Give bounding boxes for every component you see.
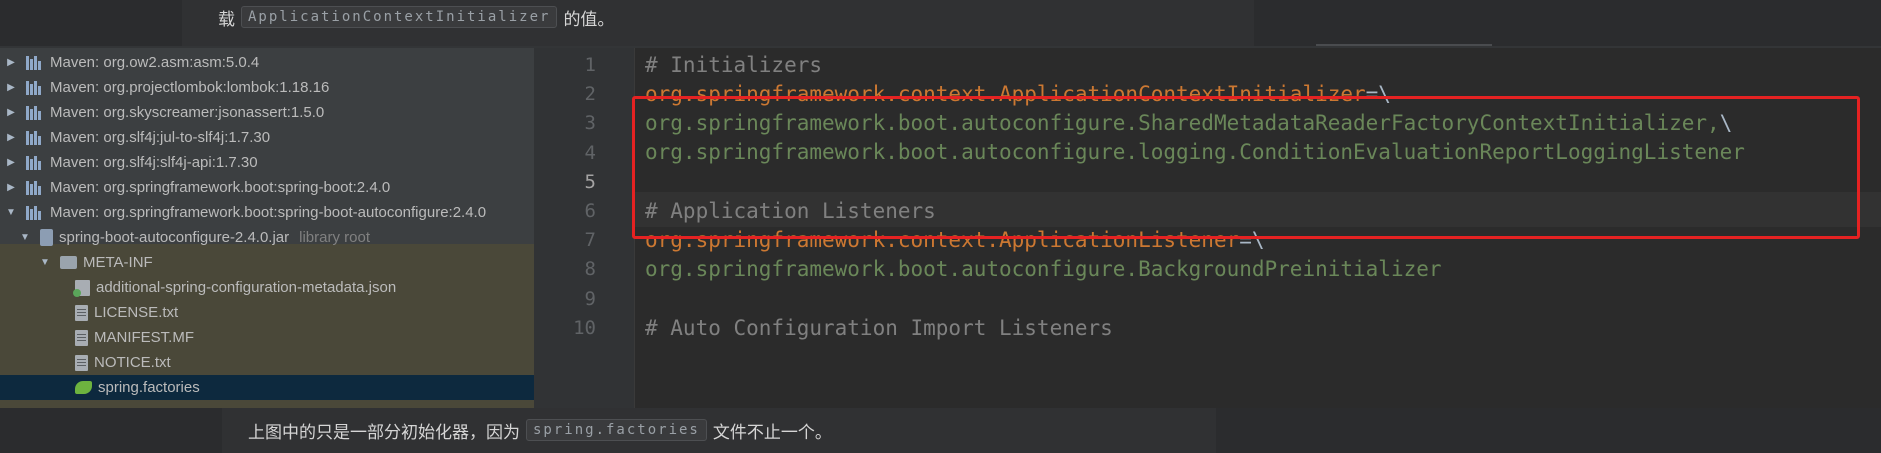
tree-item-label: Maven: org.slf4j:slf4j-api:1.7.30	[50, 154, 258, 171]
code-line-8: org.springframework.boot.autoconfigure.B…	[645, 257, 1442, 281]
inline-code: ApplicationContextInitializer	[241, 6, 558, 28]
collapse-arrow-icon[interactable]: ▶	[6, 182, 16, 193]
maven-library-icon	[26, 180, 44, 195]
tree-item[interactable]: ▼ Maven: org.springframework.boot:spring-…	[0, 200, 534, 225]
code-line-10: # Auto Configuration Import Listeners	[645, 316, 1113, 340]
tree-item-label: MANIFEST.MF	[94, 329, 194, 346]
line-number: 10	[573, 316, 596, 339]
tree-item-label: Maven: org.slf4j:jul-to-slf4j:1.7.30	[50, 129, 271, 146]
tree-item[interactable]: ▶ Maven: org.springframework.boot:spring-…	[0, 175, 534, 200]
tree-item-label: META-INF	[83, 254, 153, 271]
line-number-gutter: 1 2 3 4 5 6 7 8 9 10	[534, 48, 634, 408]
article-top-text: 载 ApplicationContextInitializer 的值。	[218, 4, 614, 30]
text-file-icon	[75, 354, 88, 371]
tree-item[interactable]: spring.factories	[0, 375, 534, 400]
expand-arrow-icon[interactable]: ▼	[6, 207, 16, 218]
tree-item-label: spring.factories	[98, 379, 200, 396]
expand-arrow-icon[interactable]: ▼	[40, 257, 50, 268]
divider	[1316, 44, 1492, 46]
tree-item[interactable]: ▼ META-INF	[0, 250, 534, 275]
article-bottom-text: 上图中的只是一部分初始化器，因为 spring.factories 文件不止一个…	[248, 416, 832, 444]
article-text: 上图中的只是一部分初始化器，因为	[248, 422, 520, 442]
expand-arrow-icon[interactable]: ▼	[20, 232, 30, 243]
maven-library-icon	[26, 130, 44, 145]
tree-item[interactable]: ▶ Maven: org.ow2.asm:asm:5.0.4	[0, 50, 534, 75]
collapse-arrow-icon[interactable]: ▶	[6, 82, 16, 93]
tree-item[interactable]: ▶ Maven: org.slf4j:jul-to-slf4j:1.7.30	[0, 125, 534, 150]
tree-item[interactable]: NOTICE.txt	[0, 350, 534, 375]
tree-item[interactable]: ▼ spring-boot-autoconfigure-2.4.0.jar libr…	[0, 225, 534, 250]
tree-item-label: NOTICE.txt	[94, 354, 171, 371]
article-text: 文件不止一个。	[712, 422, 832, 442]
maven-library-icon	[26, 80, 44, 95]
inline-code: spring.factories	[526, 419, 707, 441]
collapse-arrow-icon[interactable]: ▶	[6, 107, 16, 118]
tree-item[interactable]: MANIFEST.MF	[0, 325, 534, 350]
json-file-icon	[73, 279, 90, 297]
collapse-arrow-icon[interactable]: ▶	[6, 57, 16, 68]
tree-item-suffix: library root	[299, 229, 370, 246]
jar-icon	[40, 229, 53, 246]
tree-item-label: Maven: org.springframework.boot:spring-b…	[50, 179, 391, 196]
tree-item-label: additional-spring-configuration-metadata…	[96, 279, 397, 296]
tree-item[interactable]: ▶ Maven: org.projectlombok:lombok:1.18.16	[0, 75, 534, 100]
tree-item[interactable]: ▶ Maven: org.skyscreamer:jsonassert:1.5.0	[0, 100, 534, 125]
tree-item-label: LICENSE.txt	[94, 304, 179, 321]
red-highlight-box	[632, 96, 1860, 239]
project-tree[interactable]: ▶ Maven: org.ow2.asm:asm:5.0.4 ▶ Maven: org…	[0, 48, 534, 408]
spring-factories-icon	[75, 381, 92, 394]
tree-item-label: Maven: org.springframework.boot:spring-b…	[50, 204, 487, 221]
tree-item-label: Maven: org.ow2.asm:asm:5.0.4	[50, 54, 260, 71]
ide-screenshot: ▶ Maven: org.ow2.asm:asm:5.0.4 ▶ Maven: org…	[0, 48, 1881, 408]
tree-item[interactable]: LICENSE.txt	[0, 300, 534, 325]
tree-item[interactable]: ▶ Maven: org.slf4j:slf4j-api:1.7.30	[0, 150, 534, 175]
manifest-file-icon	[75, 329, 88, 346]
tree-item-label: spring-boot-autoconfigure-2.4.0.jar	[59, 229, 290, 246]
maven-library-icon	[26, 55, 44, 70]
maven-library-icon	[26, 105, 44, 120]
collapse-arrow-icon[interactable]: ▶	[6, 132, 16, 143]
text-file-icon	[75, 304, 88, 321]
article-text: 载	[218, 9, 235, 29]
collapse-arrow-icon[interactable]: ▶	[6, 157, 16, 168]
tree-item-label: Maven: org.skyscreamer:jsonassert:1.5.0	[50, 104, 325, 121]
tree-item-label: Maven: org.projectlombok:lombok:1.18.16	[50, 79, 330, 96]
tree-item[interactable]: additional-spring-configuration-metadata…	[0, 275, 534, 300]
article-top-strip: 载 ApplicationContextInitializer 的值。	[0, 0, 1881, 46]
maven-library-icon	[26, 205, 44, 220]
article-bottom-strip: 上图中的只是一部分初始化器，因为 spring.factories 文件不止一个…	[0, 408, 1881, 453]
folder-icon	[60, 256, 77, 269]
maven-library-icon	[26, 155, 44, 170]
article-text: 的值。	[563, 9, 615, 29]
